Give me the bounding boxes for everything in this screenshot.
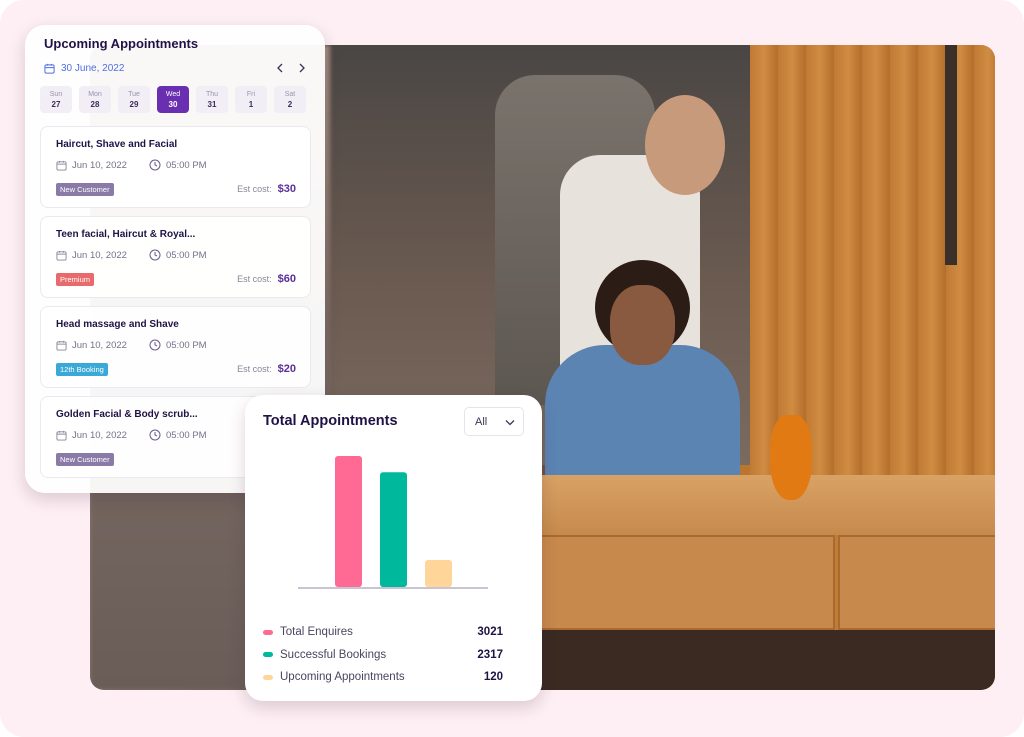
- service-name: Head massage and Shave: [56, 319, 179, 330]
- day-fri[interactable]: Fri 1: [235, 86, 267, 113]
- day-date: 30: [168, 99, 178, 109]
- appointment-date: Jun 10, 2022: [72, 339, 127, 351]
- calendar-icon: [56, 340, 67, 351]
- day-date: 27: [51, 99, 61, 109]
- bar-upcoming-appointments: [425, 560, 452, 587]
- legend-value: 3021: [477, 626, 503, 639]
- filter-selected-value: All: [475, 415, 488, 428]
- legend-item: Successful Bookings 2317: [263, 644, 503, 667]
- appointment-date: Jun 10, 2022: [72, 159, 127, 171]
- total-appointments-card: Total Appointments All Total Enquires 30…: [245, 395, 542, 701]
- customer-tag: Premium: [56, 272, 95, 286]
- day-name: Wed: [165, 90, 181, 98]
- chevron-left-icon: [277, 63, 283, 73]
- legend-swatch: [263, 629, 273, 635]
- filter-dropdown[interactable]: All: [464, 407, 524, 436]
- est-cost-value: $60: [277, 273, 296, 285]
- appointment-item[interactable]: Teen facial, Haircut & Royal... Jun 10, …: [40, 216, 311, 298]
- legend-value: 2317: [477, 648, 503, 661]
- chevron-right-icon: [299, 63, 305, 73]
- day-tue[interactable]: Tue 29: [118, 86, 150, 113]
- est-cost-value: $20: [277, 363, 296, 375]
- bar-total-enquires: [335, 456, 362, 587]
- clock-icon: [149, 339, 161, 351]
- service-name: Haircut, Shave and Facial: [56, 139, 178, 150]
- day-date: 28: [90, 99, 100, 109]
- appointment-time: 05:00 PM: [165, 429, 207, 441]
- day-name: Sun: [49, 90, 63, 98]
- day-date: 2: [287, 99, 293, 109]
- next-week-button[interactable]: [295, 61, 309, 75]
- calendar-icon: [56, 160, 67, 171]
- appointment-date: Jun 10, 2022: [72, 429, 127, 441]
- day-date: 29: [129, 99, 139, 109]
- upcoming-appointments-title: Upcoming Appointments: [44, 36, 199, 51]
- selected-date[interactable]: 30 June, 2022: [61, 63, 124, 74]
- appointment-time: 05:00 PM: [165, 339, 207, 351]
- total-appointments-title: Total Appointments: [263, 413, 398, 429]
- clock-icon: [149, 159, 161, 171]
- calendar-icon: [44, 63, 55, 74]
- legend-label: Successful Bookings: [280, 648, 387, 661]
- calendar-icon: [56, 430, 67, 441]
- day-name: Mon: [88, 90, 102, 98]
- chevron-down-icon: [505, 420, 515, 426]
- appointment-time: 05:00 PM: [165, 249, 207, 261]
- appointment-date: Jun 10, 2022: [72, 249, 127, 261]
- customer-tag: 12th Booking: [56, 362, 108, 376]
- day-name: Tue: [128, 90, 140, 98]
- est-cost-label: Est cost:: [237, 364, 272, 374]
- est-cost-value: $30: [277, 183, 296, 195]
- day-date: 1: [248, 99, 254, 109]
- appointment-item[interactable]: Head massage and Shave Jun 10, 2022 05:0…: [40, 306, 311, 388]
- clock-icon: [149, 249, 161, 261]
- legend-value: 120: [483, 671, 503, 684]
- bar-successful-bookings: [380, 472, 407, 587]
- chart-legend: Total Enquires 3021 Successful Bookings …: [263, 621, 503, 689]
- clock-icon: [149, 429, 161, 441]
- legend-label: Total Enquires: [280, 626, 353, 639]
- legend-item: Upcoming Appointments 120: [263, 666, 503, 689]
- day-name: Thu: [205, 90, 219, 98]
- day-date: 31: [207, 99, 217, 109]
- appointment-item[interactable]: Haircut, Shave and Facial Jun 10, 2022 0…: [40, 126, 311, 208]
- service-name: Teen facial, Haircut & Royal...: [56, 229, 196, 240]
- customer-tag: New Customer: [56, 182, 114, 196]
- customer-tag: New Customer: [56, 452, 114, 466]
- day-sat[interactable]: Sat 2: [274, 86, 306, 113]
- day-mon[interactable]: Mon 28: [79, 86, 111, 113]
- day-thu[interactable]: Thu 31: [196, 86, 228, 113]
- appointments-bar-chart: [298, 456, 488, 589]
- week-day-selector: Sun 27 Mon 28 Tue 29 Wed 30 Thu 31 Fri 1 Sat 2: [40, 86, 311, 113]
- est-cost-label: Est cost:: [237, 274, 272, 284]
- legend-swatch: [263, 674, 273, 680]
- day-name: Sat: [284, 90, 296, 98]
- prev-week-button[interactable]: [273, 61, 287, 75]
- day-wed-selected[interactable]: Wed 30: [157, 86, 189, 113]
- est-cost-label: Est cost:: [237, 184, 272, 194]
- selected-date-row: 30 June, 2022: [44, 59, 311, 77]
- legend-label: Upcoming Appointments: [280, 671, 405, 684]
- day-name: Fri: [246, 90, 256, 98]
- legend-swatch: [263, 652, 273, 658]
- day-sun[interactable]: Sun 27: [40, 86, 72, 113]
- calendar-icon: [56, 250, 67, 261]
- legend-item: Total Enquires 3021: [263, 621, 503, 644]
- appointment-time: 05:00 PM: [165, 159, 207, 171]
